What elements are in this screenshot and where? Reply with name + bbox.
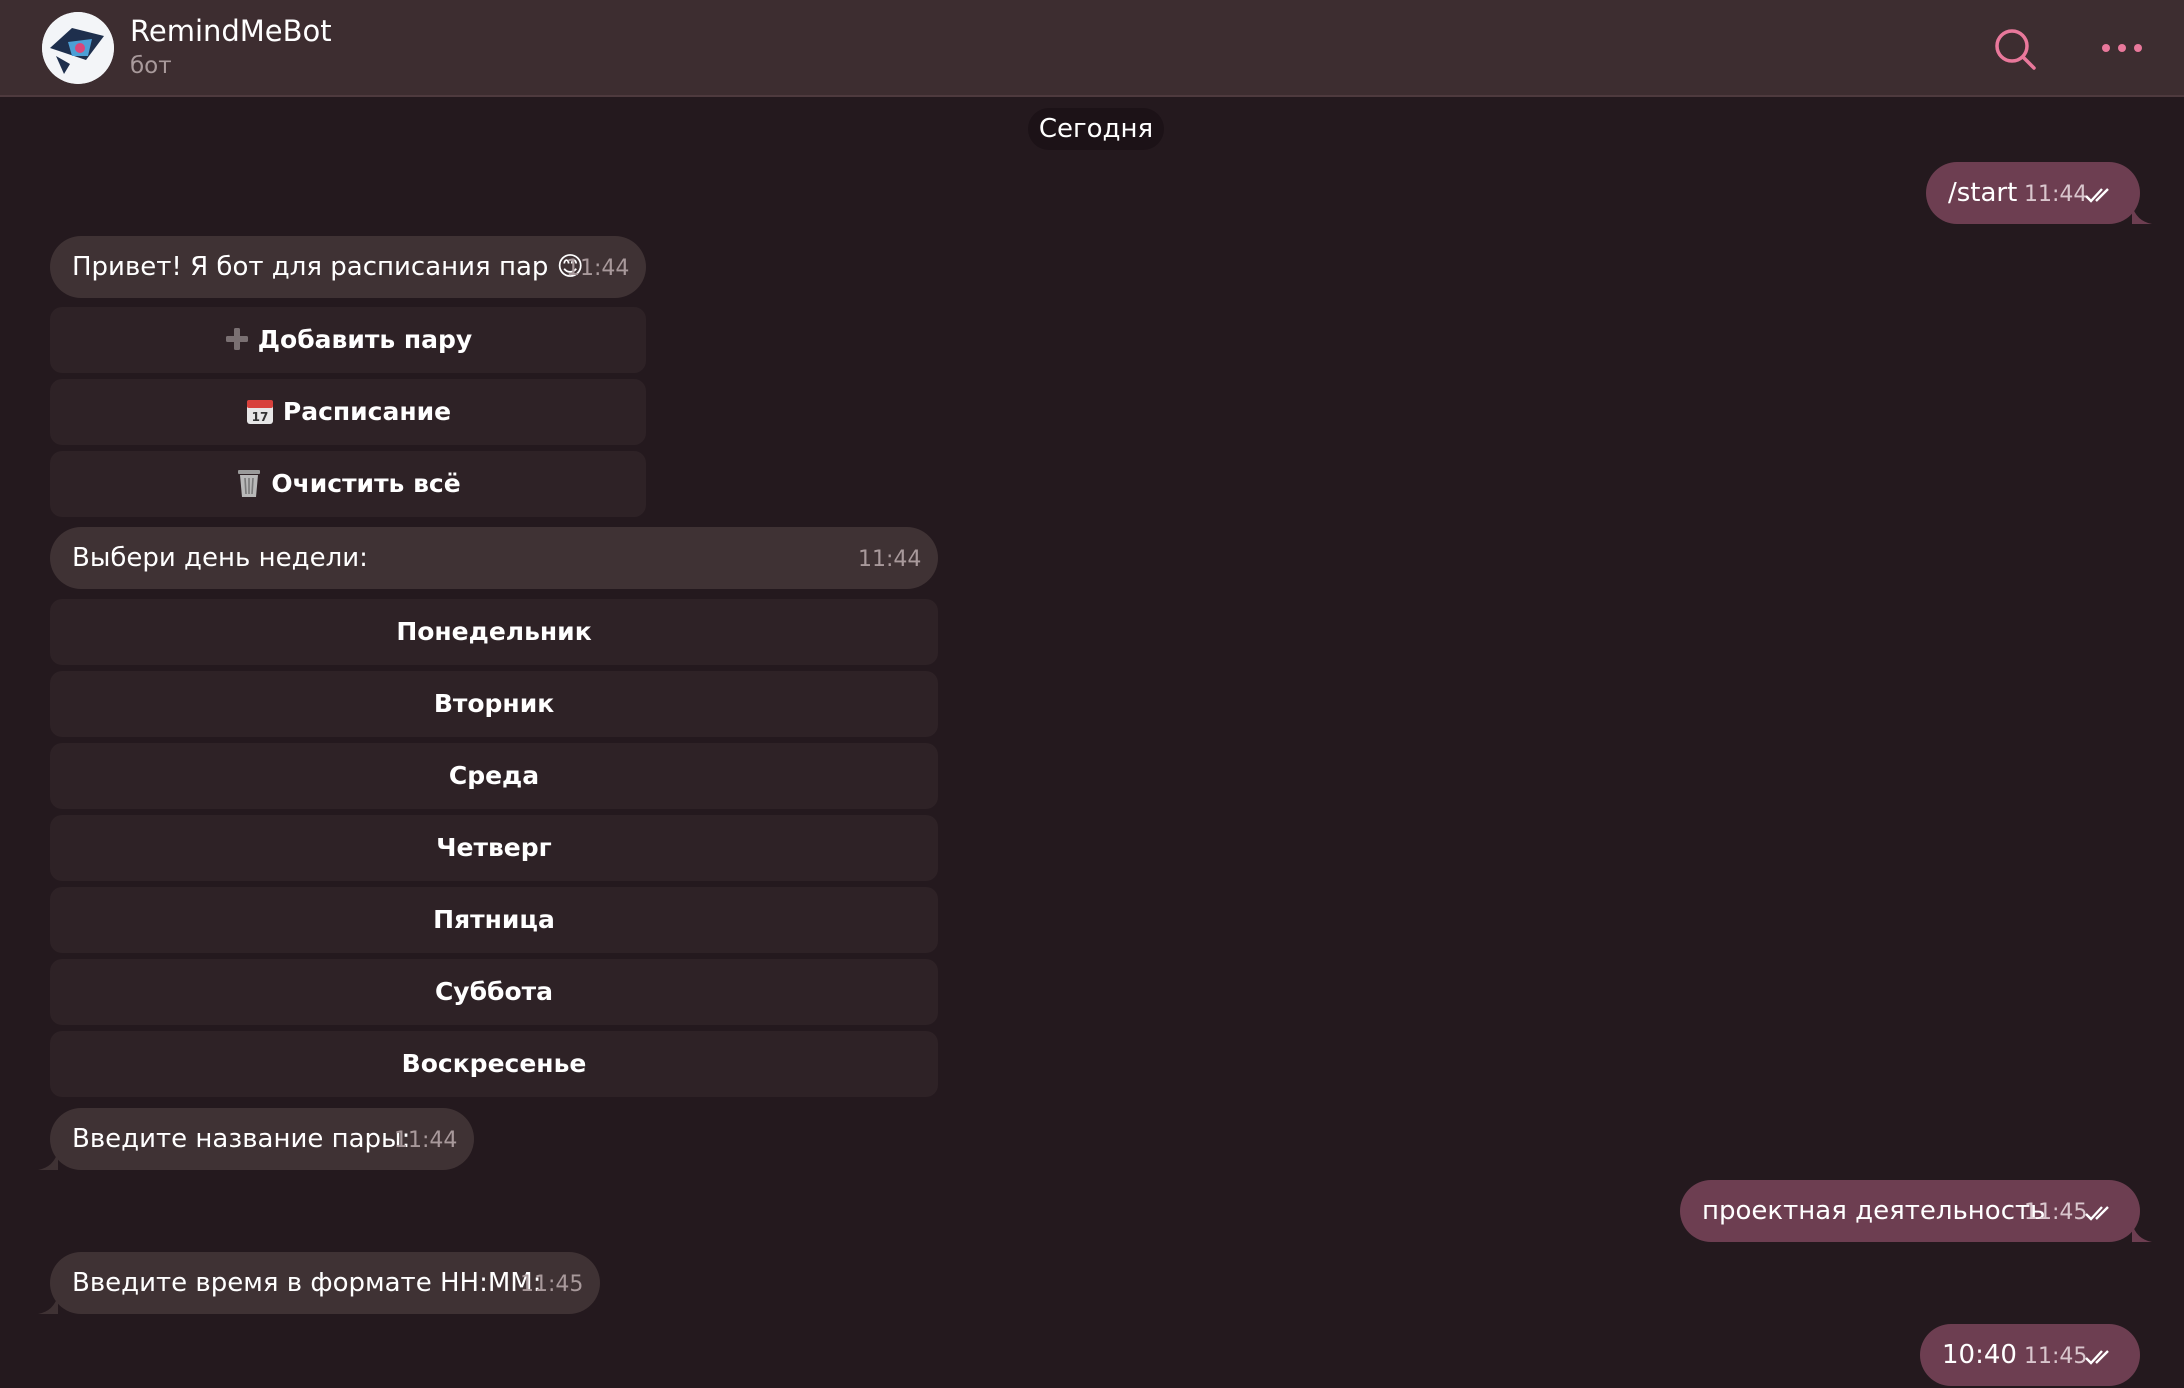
bot-avatar[interactable] (42, 12, 114, 84)
day-button-friday[interactable]: Пятница (50, 887, 938, 953)
double-check-icon (2085, 188, 2109, 203)
trash-icon (235, 467, 263, 499)
message-time: 11:44 (2024, 182, 2088, 207)
day-button-saturday[interactable]: Суббота (50, 959, 938, 1025)
schedule-button[interactable]: 17 Расписание (50, 379, 646, 445)
message-outgoing[interactable]: /start 11:44 (1926, 162, 2140, 224)
message-text: проектная деятельность (1702, 1196, 2046, 1226)
message-outgoing[interactable]: 10:40 11:45 (1920, 1324, 2140, 1386)
chat-subtitle: бот (130, 53, 172, 79)
more-horizontal-icon (2102, 44, 2142, 52)
message-time: 11:44 (566, 256, 630, 281)
date-separator: Сегодня (1028, 108, 1164, 150)
message-time: 11:44 (858, 547, 922, 572)
message-incoming[interactable]: Введите название пары: 11:44 (50, 1108, 474, 1170)
bubble-tail (2132, 1223, 2152, 1242)
add-class-button[interactable]: Добавить пару (50, 307, 646, 373)
message-time: 11:45 (520, 1272, 584, 1297)
message-text: 10:40 (1942, 1340, 2017, 1370)
message-text: /start (1948, 178, 2018, 208)
message-time: 11:45 (2024, 1200, 2088, 1225)
more-menu-button[interactable] (2094, 22, 2150, 78)
bubble-tail (38, 1151, 58, 1170)
double-check-icon (2085, 1206, 2109, 1221)
plus-icon (224, 326, 250, 352)
message-incoming[interactable]: Привет! Я бот для расписания пар 😊 11:44 (50, 236, 646, 298)
bubble-tail (2132, 205, 2152, 224)
search-icon (1995, 29, 2036, 70)
day-button-wednesday[interactable]: Среда (50, 743, 938, 809)
message-incoming[interactable]: Введите время в формате HH:MM: 11:45 (50, 1252, 600, 1314)
day-button-sunday[interactable]: Воскресенье (50, 1031, 938, 1097)
svg-text:17: 17 (252, 410, 269, 424)
message-time: 11:44 (394, 1128, 458, 1153)
day-button-thursday[interactable]: Четверг (50, 815, 938, 881)
calendar-icon: 17 (245, 396, 275, 426)
message-time: 11:45 (2024, 1344, 2088, 1369)
message-text: Привет! Я бот для расписания пар 😊 (72, 252, 584, 282)
button-label: Добавить пару (257, 325, 473, 354)
day-button-monday[interactable]: Понедельник (50, 599, 938, 665)
double-check-icon (2085, 1350, 2109, 1365)
bubble-tail (38, 1295, 58, 1314)
chat-title[interactable]: RemindMeBot (130, 14, 332, 48)
day-button-tuesday[interactable]: Вторник (50, 671, 938, 737)
search-button[interactable] (1988, 22, 2044, 78)
message-text: Введите время в формате HH:MM: (72, 1268, 542, 1298)
message-text: Введите название пары: (72, 1124, 411, 1154)
button-label: Очистить всё (271, 469, 461, 498)
chat-header: RemindMeBot бот (0, 0, 2184, 97)
message-text: Выбери день недели: (72, 543, 368, 573)
button-label: Расписание (282, 397, 452, 426)
message-outgoing[interactable]: проектная деятельность 11:45 (1680, 1180, 2140, 1242)
message-incoming[interactable]: Выбери день недели: 11:44 (50, 527, 938, 589)
clear-all-button[interactable]: Очистить всё (50, 451, 646, 517)
